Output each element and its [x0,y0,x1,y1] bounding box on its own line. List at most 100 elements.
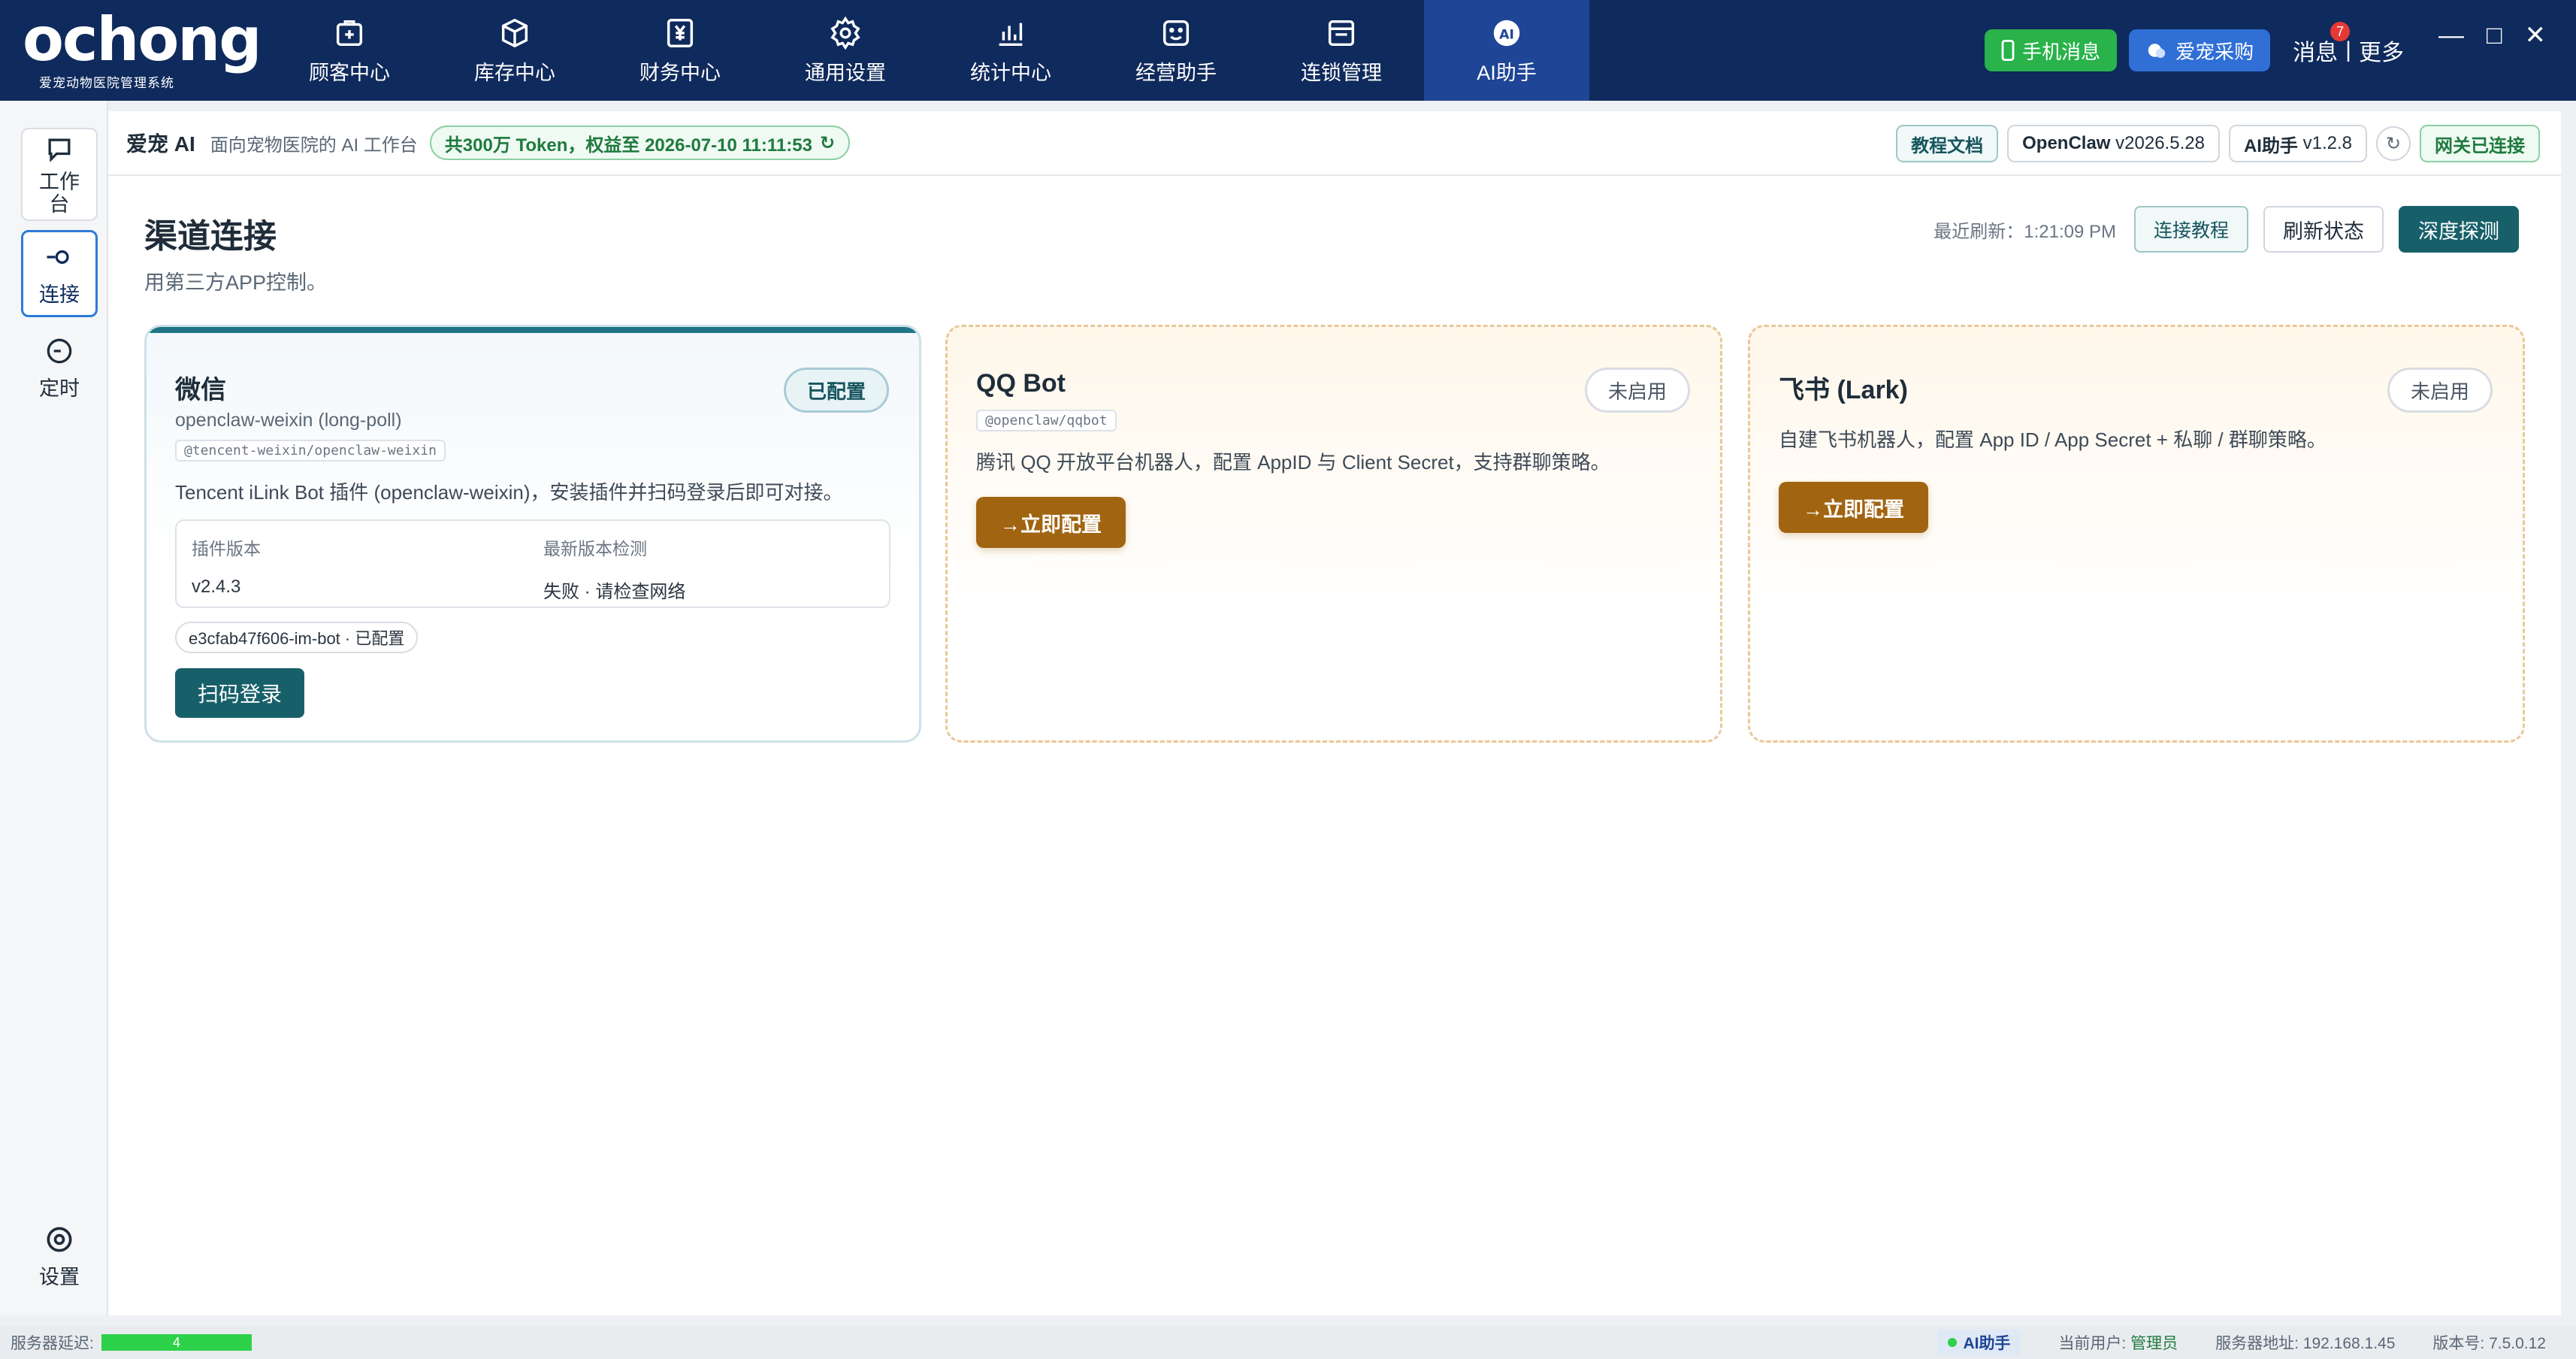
nav-general-settings[interactable]: 通用设置 [763,0,928,101]
gateway-status-badge: 网关已连接 [2420,125,2540,162]
online-dot-icon [1948,1338,1958,1347]
latest-version-col: 最新版本检测 失败 · 请检查网络 [543,534,685,603]
ai-status-tag[interactable]: AI助手 [1937,1330,2021,1355]
nav-label: 连锁管理 [1301,61,1382,84]
ai-version: v1.2.8 [2302,133,2352,153]
window-controls: — □ ✕ [2438,20,2546,50]
bot-account-tag: e3cfab47f606-im-bot · 已配置 [175,622,419,653]
card-description: 自建飞书机器人，配置 App ID / App Secret + 私聊 / 群聊… [1779,428,2327,451]
server-address: 服务器地址: 192.168.1.45 [2215,1335,2396,1352]
sidebar-label: 连接 [39,283,80,306]
smile-face-icon [1163,20,1190,46]
page-actions: 最近刷新：1:21:09 PM 连接教程 刷新状态 深度探测 [1934,206,2519,253]
maximize-icon[interactable]: □ [2487,21,2502,50]
left-sidebar: 工作台 连接 定时 设置 [0,101,108,1315]
latest-version-label: 最新版本检测 [543,539,647,558]
plugin-version-col: 插件版本 v2.4.3 [192,534,261,598]
close-icon[interactable]: ✕ [2525,20,2547,50]
inventory-box-icon [501,18,528,47]
plugin-name: openclaw-weixin (long-poll) [175,410,402,431]
deep-probe-button[interactable]: 深度探测 [2399,206,2519,253]
package-tag: @tencent-weixin/openclaw-weixin [175,440,446,462]
mobile-message-label: 手机消息 [2022,40,2101,63]
sidebar-item-connect[interactable]: 连接 [21,230,98,317]
package-tag: @openclaw/qqbot [976,410,1117,431]
refresh-icon[interactable]: ↻ [820,132,835,154]
nav-label: 库存中心 [474,61,555,84]
status-bar-right: AI助手 当前用户: 管理员 服务器地址: 192.168.1.45 版本号: … [1937,1326,2546,1359]
sidebar-item-settings[interactable]: 设置 [21,1215,98,1297]
plug-connect-icon [47,250,69,264]
logo-wordmark: ochong [23,5,262,74]
purchase-button[interactable]: 爱宠采购 [2129,29,2271,71]
nav-label: 财务中心 [639,61,721,84]
brand-logo[interactable]: ochong 爱宠动物医院管理系统 [23,5,262,95]
bar-chart-icon [999,23,1023,46]
sidebar-label: 工作台 [39,171,80,216]
nav-business-assistant[interactable]: 经营助手 [1093,0,1259,101]
sidebar-label: 定时 [39,377,80,400]
nav-inventory-center[interactable]: 库存中心 [432,0,597,101]
card-title: 微信 [175,376,226,404]
configure-now-button[interactable]: →立即配置 [976,497,1126,548]
nav-label: AI助手 [1477,61,1537,84]
settings-target-icon [47,1227,72,1252]
main-panel: 爱宠 AI 面向宠物医院的 AI 工作台 共300万 Token，权益至 202… [108,111,2561,1315]
status-bar: 服务器延迟: 4 AI助手 当前用户: 管理员 服务器地址: 192.168.1… [0,1326,2576,1359]
card-title: QQ Bot [976,369,1066,398]
status-badge: 未启用 [2387,368,2493,413]
purchase-label: 爱宠采购 [2175,40,2254,63]
token-quota-pill[interactable]: 共300万 Token，权益至 2026-07-10 11:11:53 ↻ [429,126,851,160]
nav-chain-management[interactable]: 连锁管理 [1259,0,1424,101]
version-info-box: 插件版本 v2.4.3 最新版本检测 失败 · 请检查网络 [175,519,890,608]
configure-now-button[interactable]: →立即配置 [1779,482,1928,533]
app-version: 版本号: 7.5.0.12 [2432,1335,2546,1352]
channel-card-qqbot: QQ Bot 未启用 @openclaw/qqbot 腾讯 QQ 开放平台机器人… [945,325,1722,743]
phone-icon [2001,40,2015,61]
minimize-icon[interactable]: — [2438,21,2464,50]
gear-icon [830,16,860,50]
logo-subtitle: 爱宠动物医院管理系统 [39,76,174,90]
more-link[interactable]: 更多 [2359,34,2404,67]
ai-status-label: AI助手 [1963,1335,2011,1352]
svg-text:AI: AI [1499,27,1514,42]
card-description: 腾讯 QQ 开放平台机器人，配置 AppID 与 Client Secret，支… [976,451,1610,474]
nav-label: 统计中心 [970,61,1051,84]
refresh-status-button[interactable]: 刷新状态 [2263,206,2384,253]
current-user: 当前用户: 管理员 [2058,1331,2178,1354]
page-title: 渠道连接 [144,218,277,255]
finance-yen-icon [667,18,694,47]
sidebar-item-schedule[interactable]: 定时 [21,326,98,409]
subheader-right: 教程文档 OpenClaw v2026.5.28 AI助手 v1.2.8 ↻ 网… [1896,125,2540,162]
chat-bubble-icon [48,138,71,162]
token-info: 共300万 Token，权益至 2026-07-10 11:11:53 [444,135,812,156]
nav-label: 顾客中心 [309,61,390,84]
status-badge: 已配置 [783,368,889,413]
separator: | [2345,38,2351,62]
nav-label: 经营助手 [1135,61,1217,84]
user-label: 当前用户: [2058,1335,2127,1352]
refresh-version-icon[interactable]: ↻ [2376,126,2411,161]
channel-card-lark: 飞书 (Lark) 未启用 自建飞书机器人，配置 App ID / App Se… [1748,325,2525,743]
clock-icon [47,338,72,363]
mobile-message-button[interactable]: 手机消息 [1985,29,2118,71]
card-description: Tencent iLink Bot 插件 (openclaw-weixin)，安… [175,481,843,504]
customer-center-icon [336,20,363,46]
nav-customer-center[interactable]: 顾客中心 [267,0,432,101]
connect-tutorial-button[interactable]: 连接教程 [2133,206,2248,253]
nav-statistics-center[interactable]: 统计中心 [928,0,1093,101]
plugin-version-value: v2.4.3 [192,577,241,597]
openclaw-version: v2026.5.28 [2115,133,2205,153]
nav-finance-center[interactable]: 财务中心 [597,0,763,101]
scan-login-button[interactable]: 扫码登录 [175,668,305,718]
tutorial-docs-button[interactable]: 教程文档 [1896,125,1999,162]
messages-link[interactable]: 消息 7 | 更多 [2293,22,2404,67]
status-badge: 未启用 [1584,368,1690,413]
top-right-actions: 手机消息 爱宠采购 消息 7 | 更多 — □ ✕ [1985,0,2546,101]
cart-cloud-icon [2148,44,2166,58]
main-nav: 顾客中心 库存中心 财务中心 通用设置 统计中心 经营助手 连锁管理 AI AI [267,0,1589,101]
sidebar-item-workbench[interactable]: 工作台 [21,128,98,221]
nav-ai-assistant[interactable]: AI AI助手 [1424,0,1589,101]
ai-version-tag: AI助手 v1.2.8 [2228,125,2367,162]
plugin-version-label: 插件版本 [192,539,261,558]
